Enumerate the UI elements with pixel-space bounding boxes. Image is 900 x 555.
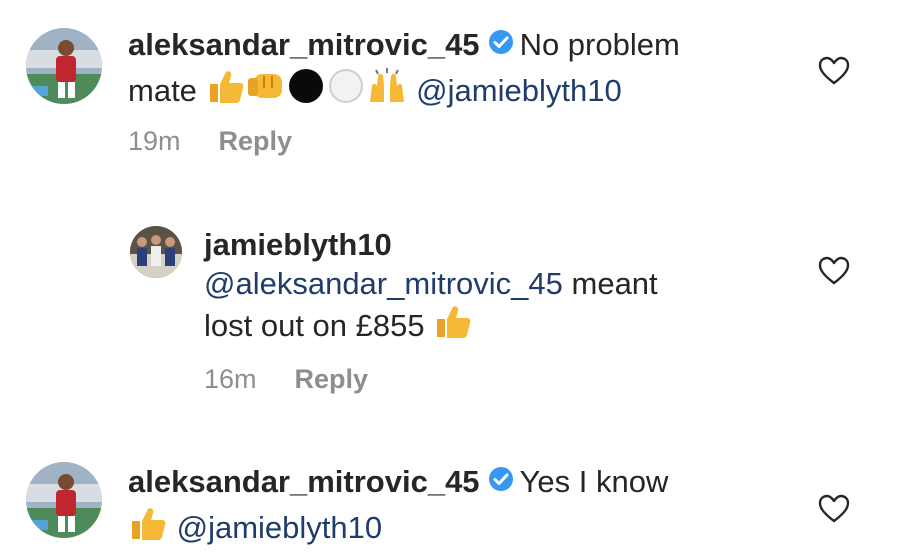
- comment-mention[interactable]: @jamieblyth10: [177, 511, 383, 546]
- heart-icon[interactable]: [818, 56, 850, 91]
- avatar[interactable]: [26, 462, 102, 538]
- comment-body: jamieblyth10 @aleksandar_mitrovic_45 mea…: [204, 225, 764, 353]
- thumbs-up-icon: [128, 505, 168, 550]
- comment-meta: 16m Reply: [204, 364, 368, 395]
- verified-badge-icon: [488, 25, 514, 64]
- avatar[interactable]: [26, 28, 102, 104]
- comment-text: No problem: [519, 27, 680, 62]
- fist-bump-icon: [246, 68, 286, 113]
- comment-mention[interactable]: @aleksandar_mitrovic_45: [204, 266, 563, 301]
- comment-meta: 19m Reply: [128, 126, 292, 157]
- comment-text: meant: [571, 266, 658, 301]
- comment-body: aleksandar_mitrovic_45 Yes I know @jamieb…: [128, 462, 788, 555]
- comment-username[interactable]: jamieblyth10: [204, 227, 392, 262]
- black-circle-icon: [286, 68, 326, 113]
- reply-button[interactable]: Reply: [219, 126, 293, 156]
- comment-timestamp: 16m: [204, 364, 257, 394]
- comment-mention[interactable]: @jamieblyth10: [416, 74, 622, 109]
- raising-hands-icon: [366, 68, 408, 113]
- thumbs-up-icon: [206, 68, 246, 113]
- heart-icon[interactable]: [818, 494, 850, 529]
- heart-icon[interactable]: [818, 256, 850, 291]
- comment-body: aleksandar_mitrovic_45 No problem mate @j…: [128, 25, 788, 118]
- thumbs-up-icon: [433, 303, 473, 348]
- verified-badge-icon: [488, 462, 514, 501]
- comment-username[interactable]: aleksandar_mitrovic_45: [128, 27, 480, 62]
- comment-text-line2: mate: [128, 73, 197, 109]
- comment-text-line2: lost out on £855: [204, 308, 425, 344]
- comment-username[interactable]: aleksandar_mitrovic_45: [128, 464, 480, 499]
- comment-text: Yes I know: [519, 464, 669, 499]
- comment-timestamp: 19m: [128, 126, 181, 156]
- reply-button[interactable]: Reply: [295, 364, 369, 394]
- avatar[interactable]: [130, 226, 182, 278]
- white-circle-icon: [326, 68, 366, 113]
